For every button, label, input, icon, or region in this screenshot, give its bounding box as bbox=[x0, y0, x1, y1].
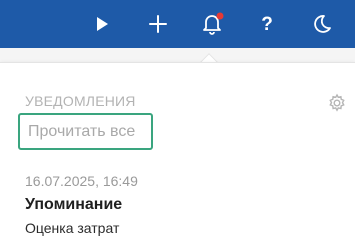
help-label: ? bbox=[261, 13, 273, 35]
bell-icon[interactable] bbox=[196, 8, 228, 40]
notifications-title: УВЕДОМЛЕНИЯ bbox=[25, 93, 136, 109]
play-icon[interactable] bbox=[86, 8, 118, 40]
notification-subject[interactable]: Оценка затрат bbox=[25, 220, 119, 236]
top-navigation-bar: ? bbox=[0, 0, 355, 48]
mark-all-read-button[interactable]: Прочитать все bbox=[18, 113, 153, 150]
plus-icon[interactable] bbox=[142, 8, 174, 40]
notification-date: 16.07.2025, 16:49 bbox=[25, 173, 138, 189]
notification-badge bbox=[216, 12, 224, 20]
gear-icon[interactable] bbox=[327, 93, 347, 113]
moon-icon[interactable] bbox=[306, 8, 338, 40]
help-icon[interactable]: ? bbox=[251, 8, 283, 40]
notification-type[interactable]: Упоминание bbox=[25, 196, 122, 214]
